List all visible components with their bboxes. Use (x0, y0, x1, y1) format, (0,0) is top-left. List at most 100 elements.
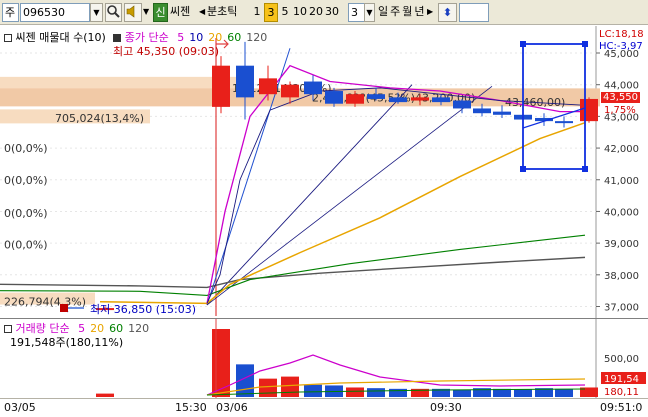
volume-bar-0 (96, 393, 114, 397)
volume-bar-8 (367, 388, 385, 397)
volume-y-label-1: 191,54 (604, 374, 639, 385)
prev-interval-arrow[interactable]: ◀ (199, 3, 207, 22)
toolbar: 주 096530 ▼ ▼ 신 씨젠 ◀ 분초틱 1 3 5 10 20 30 3 ▼ 일주… (0, 0, 648, 25)
volume-profile-label-2: 705,024(13,4%) (55, 112, 144, 125)
volume-profile-label-7: 226,794(4,3%) (4, 296, 86, 309)
code-dropdown-button[interactable]: ▼ (90, 3, 103, 22)
lc-label: LC:18,18 (599, 29, 644, 40)
candle-body-4 (281, 84, 299, 98)
ma-period-60: 60 (227, 31, 242, 44)
volume-bar-7 (346, 387, 364, 397)
volume-legend-box-icon (4, 325, 12, 333)
volume-bar-17 (555, 388, 573, 397)
high-price-marker: 최고 45,350 (09:03) (113, 45, 220, 58)
volume-bar-5 (304, 384, 322, 397)
candle-body-9 (389, 97, 407, 103)
interval-option-10[interactable]: 10 (292, 3, 308, 22)
interval-option-30[interactable]: 30 (324, 3, 340, 22)
volume-profile-label-3: 0(0,0%) (4, 142, 48, 155)
candle-body-1 (212, 65, 230, 107)
speaker-dropdown-icon[interactable]: ▼ (143, 3, 151, 22)
legend-box-icon (4, 34, 12, 42)
volume-chart-panel: 500,00 191,54 180,11 거래량 단순 5 20 60 120 191,5… (0, 319, 648, 398)
volume-bar-12 (453, 389, 471, 397)
volume-y-label-2: 180,11 (604, 387, 639, 398)
trend-line-1 (206, 84, 413, 306)
stock-name: 씨젠 (170, 5, 191, 18)
candle-body-18 (580, 98, 598, 122)
low-price-marker: 최저 36,850 (15:03) (90, 303, 197, 316)
price-y-label: 38,000 (604, 271, 639, 282)
legend-swatch-icon (113, 34, 122, 42)
candle-body-6 (325, 91, 343, 104)
date-axis: 03/05 15:30 03/06 09:30 09:51:0 (0, 398, 648, 417)
period-tab-3[interactable]: 년 (413, 3, 425, 22)
time-label-current: 09:51:0 (600, 401, 643, 414)
volume-profile-label-6: 0(0,0%) (4, 239, 48, 252)
interval-option-20[interactable]: 20 (308, 3, 324, 22)
market-select[interactable]: 주 (2, 3, 19, 22)
volume-y-label-0: 500,00 (604, 354, 639, 365)
price-y-label: 44,000 (604, 81, 639, 92)
period-tab-1[interactable]: 주 (389, 3, 401, 22)
candle-body-2 (236, 65, 254, 98)
candle-body-5 (304, 81, 322, 95)
search-icon[interactable] (105, 3, 122, 22)
period-dropdown-button[interactable]: ▼ (364, 3, 375, 22)
price-y-label: 37,000 (604, 302, 639, 313)
volume-bar-15 (514, 389, 532, 397)
price-y-label: 42,000 (604, 144, 639, 155)
selection-handle-2 (520, 166, 526, 172)
price-chart-panel: 45,000 44,000 43,000 42,000 41,000 40,000 39,0… (0, 26, 648, 318)
period-input[interactable]: 3 (348, 3, 365, 22)
volume-bar-4 (281, 376, 299, 397)
selection-handle-3 (582, 166, 588, 172)
volume-profile-label-4: 0(0,0%) (4, 174, 48, 187)
candle-body-11 (432, 97, 450, 103)
low-marker-square-icon (60, 304, 68, 312)
selection-handle-0 (520, 41, 526, 47)
speaker-icon[interactable] (124, 3, 142, 22)
price-y-label: 40,000 (604, 207, 639, 218)
ma10-line (206, 87, 586, 304)
interval-option-1[interactable]: 1 (250, 3, 264, 22)
selection-handle-1 (582, 41, 588, 47)
current-price-tag: 43,550 (601, 92, 640, 103)
candle-body-3 (259, 78, 277, 95)
interval-unit-label[interactable]: 분초틱 (207, 3, 250, 22)
candle-body-17 (555, 121, 573, 124)
new-listing-badge: 신 (153, 3, 168, 22)
volume-bar-3 (259, 378, 277, 397)
volume-value: 191,548주(180,11%) (10, 336, 124, 349)
updown-arrows-icon[interactable]: ⬍ (438, 3, 457, 22)
date-label-0306: 03/06 (216, 401, 248, 414)
candle-body-8 (367, 94, 385, 99)
candle-body-13 (473, 108, 491, 114)
time-label-1530: 15:30 (175, 401, 207, 414)
ma20-line (99, 122, 586, 305)
interval-options: 1 3 5 10 20 30 (250, 3, 345, 22)
ma60-line (0, 234, 586, 296)
price-chart[interactable]: 45,00044,00043,00042,00041,00040,00039,0… (0, 26, 648, 318)
legend-volume-profile: 씨젠 매물대 수(10) (15, 31, 106, 44)
time-label-0930: 09:30 (430, 401, 462, 414)
candle-body-10 (411, 97, 429, 101)
candle-body-7 (346, 94, 364, 104)
current-change-label: 1,75% (604, 105, 636, 116)
volume-ma-period-120: 120 (128, 322, 150, 335)
interval-option-3[interactable]: 3 (264, 3, 278, 22)
volume-profile-label-5: 0(0,0%) (4, 207, 48, 220)
extra-input[interactable] (459, 3, 489, 22)
period-tabs: 일주월년 (377, 3, 427, 22)
stock-code-input[interactable]: 096530 (20, 3, 90, 22)
candle-body-14 (493, 111, 511, 115)
hc-label: HC:-3,97 (599, 41, 643, 52)
candle-body-12 (453, 100, 471, 109)
next-period-arrow[interactable]: ▶ (427, 3, 436, 22)
period-tab-0[interactable]: 일 (377, 3, 389, 22)
period-tab-2[interactable]: 월 (401, 3, 413, 22)
date-label-0305: 03/05 (4, 401, 36, 414)
ma-period-120: 120 (246, 31, 268, 44)
price-y-label: 39,000 (604, 239, 639, 250)
interval-option-5[interactable]: 5 (278, 3, 292, 22)
